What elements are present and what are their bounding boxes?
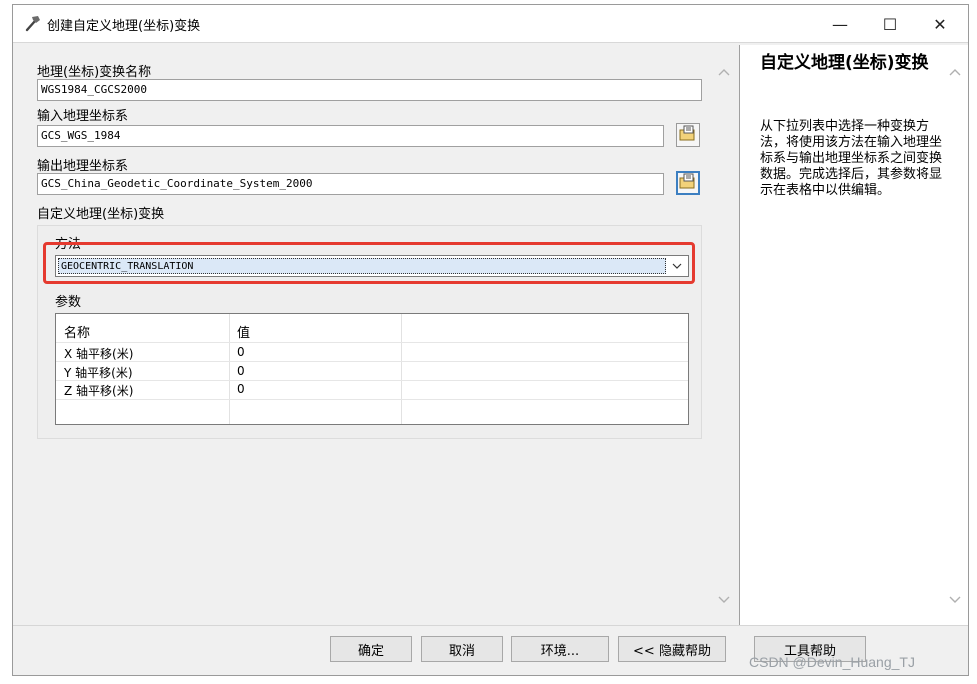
params-table[interactable]: 名称 值 X 轴平移(米) 0 Y 轴平移(米) 0 Z 轴平移(米) 0 <box>55 313 689 425</box>
transform-name-label: 地理(坐标)变换名称 <box>37 65 152 80</box>
custom-transform-label: 自定义地理(坐标)变换 <box>37 207 165 222</box>
table-row-name: Z 轴平移(米) <box>64 384 134 398</box>
help-body: 从下拉列表中选择一种变换方法，将使用该方法在输入地理坐标系与输出地理坐标系之间变… <box>760 119 943 198</box>
transform-name-input[interactable]: WGS1984_CGCS2000 <box>37 79 702 101</box>
dialog-window: 创建自定义地理(坐标)变换 — ☐ ✕ 地理(坐标)变换名称 WGS1984_C… <box>12 4 969 676</box>
table-row-name: X 轴平移(米) <box>64 347 134 361</box>
minimize-icon: — <box>832 14 848 34</box>
input-gcs-label: 输入地理坐标系 <box>37 109 129 124</box>
table-row-value[interactable]: 0 <box>237 345 245 359</box>
hammer-icon <box>23 13 43 33</box>
cancel-button[interactable]: 取消 <box>421 636 503 662</box>
row-divider <box>56 399 688 400</box>
method-dropdown-value: GEOCENTRIC_TRANSLATION <box>58 258 666 274</box>
column-divider <box>229 314 230 424</box>
header-value: 值 <box>237 326 251 341</box>
scroll-down-icon[interactable] <box>717 593 731 607</box>
table-row-name: Y 轴平移(米) <box>64 366 133 380</box>
maximize-button[interactable]: ☐ <box>866 5 914 43</box>
table-row-value[interactable]: 0 <box>237 382 245 396</box>
help-scroll-up-icon[interactable] <box>948 65 962 79</box>
help-pane: 自定义地理(坐标)变换 从下拉列表中选择一种变换方法，将使用该方法在输入地理坐标… <box>740 45 968 625</box>
close-icon: ✕ <box>933 14 947 34</box>
params-label: 参数 <box>55 295 82 310</box>
maximize-icon: ☐ <box>882 14 898 34</box>
ok-button[interactable]: 确定 <box>330 636 412 662</box>
method-dropdown[interactable]: GEOCENTRIC_TRANSLATION <box>55 255 689 277</box>
window-title: 创建自定义地理(坐标)变换 <box>47 19 201 34</box>
chevron-down-icon[interactable] <box>668 258 686 274</box>
row-divider <box>56 361 688 362</box>
watermark: CSDN @Devin_Huang_TJ <box>749 654 915 670</box>
minimize-button[interactable]: — <box>816 5 864 43</box>
header-name: 名称 <box>64 326 91 341</box>
environments-button[interactable]: 环境... <box>511 636 609 662</box>
row-divider <box>56 342 688 343</box>
column-divider <box>401 314 402 424</box>
input-gcs-browse-button[interactable] <box>676 123 700 147</box>
title-bar[interactable]: 创建自定义地理(坐标)变换 — ☐ ✕ <box>13 5 968 43</box>
close-button[interactable]: ✕ <box>916 5 964 43</box>
row-divider <box>56 380 688 381</box>
help-title: 自定义地理(坐标)变换 <box>760 53 929 73</box>
table-row-value[interactable]: 0 <box>237 364 245 378</box>
scroll-up-icon[interactable] <box>717 65 731 79</box>
folder-browse-icon <box>679 173 697 193</box>
folder-browse-icon <box>679 125 697 145</box>
output-gcs-input[interactable]: GCS_China_Geodetic_Coordinate_System_200… <box>37 173 664 195</box>
help-scroll-down-icon[interactable] <box>948 593 962 607</box>
output-gcs-label: 输出地理坐标系 <box>37 159 129 174</box>
input-gcs-input[interactable]: GCS_WGS_1984 <box>37 125 664 147</box>
parameters-pane: 地理(坐标)变换名称 WGS1984_CGCS2000 输入地理坐标系 GCS_… <box>15 45 738 625</box>
hide-help-button[interactable]: << 隐藏帮助 <box>618 636 726 662</box>
output-gcs-browse-button[interactable] <box>676 171 700 195</box>
